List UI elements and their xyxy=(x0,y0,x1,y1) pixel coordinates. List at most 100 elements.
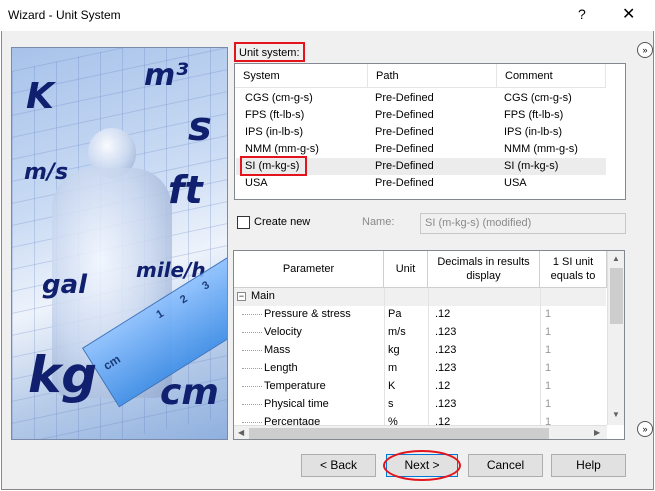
column-header-comment[interactable]: Comment xyxy=(497,64,606,88)
name-label: Name: xyxy=(362,216,395,228)
unit-cell[interactable]: % xyxy=(388,416,398,425)
parameter-cell: Temperature xyxy=(264,380,326,392)
path-cell: Pre-Defined xyxy=(375,160,434,172)
si-equals-cell: 1 xyxy=(545,398,552,410)
next-button-highlight xyxy=(383,450,461,481)
decimals-cell[interactable]: .123 xyxy=(435,362,456,374)
decimals-cell[interactable]: .12 xyxy=(435,380,450,392)
help-title-button[interactable]: ? xyxy=(578,6,586,22)
column-header-si-equals[interactable]: 1 SI unit equals to xyxy=(540,251,607,288)
list-item[interactable]: USA Pre-Defined USA xyxy=(236,175,606,192)
decimals-cell[interactable]: .12 xyxy=(435,416,450,425)
column-header-parameter[interactable]: Parameter xyxy=(234,251,384,288)
parameter-cell: Physical time xyxy=(264,398,329,410)
help-button[interactable]: Help xyxy=(551,454,626,477)
si-equals-cell: 1 xyxy=(545,362,552,374)
path-cell: Pre-Defined xyxy=(375,143,434,155)
table-row[interactable]: Length m .123 1 xyxy=(234,360,606,378)
unit-cell[interactable]: K xyxy=(388,380,395,392)
parameter-cell: Pressure & stress xyxy=(264,308,351,320)
unit-gal: gal xyxy=(42,270,88,300)
si-equals-cell: 1 xyxy=(545,308,552,320)
comment-cell: NMM (mm-g-s) xyxy=(504,143,578,155)
decimals-cell[interactable]: .123 xyxy=(435,326,456,338)
group-row-main[interactable]: − Main xyxy=(234,288,606,306)
list-item[interactable]: IPS (in-lb-s) Pre-Defined IPS (in-lb-s) xyxy=(236,124,606,141)
unit-k: K xyxy=(26,76,54,117)
scroll-right-icon[interactable]: ▶ xyxy=(594,428,600,437)
system-cell: FPS (ft-lb-s) xyxy=(245,109,305,121)
close-button[interactable]: ✕ xyxy=(622,4,635,24)
system-cell: IPS (in-lb-s) xyxy=(245,126,304,138)
table-row[interactable]: Temperature K .12 1 xyxy=(234,378,606,396)
parameters-grid[interactable]: Parameter Unit Decimals in results displ… xyxy=(233,250,625,440)
unit-m3: m³ xyxy=(144,58,189,93)
comment-cell: CGS (cm-g-s) xyxy=(504,92,572,104)
create-new-checkbox[interactable] xyxy=(237,216,250,229)
path-cell: Pre-Defined xyxy=(375,92,434,104)
unit-kg: kg xyxy=(28,346,98,404)
group-label: Main xyxy=(251,290,275,302)
si-equals-cell: 1 xyxy=(545,344,552,356)
table-row[interactable]: Percentage % .12 1 xyxy=(234,414,606,425)
window-title: Wizard - Unit System xyxy=(8,8,121,22)
parameter-cell: Mass xyxy=(264,344,291,356)
unit-system-label: Unit system: xyxy=(234,42,305,62)
si-equals-cell: 1 xyxy=(545,416,552,425)
system-cell: CGS (cm-g-s) xyxy=(245,92,313,104)
horizontal-scroll-thumb[interactable] xyxy=(249,428,549,439)
system-cell: USA xyxy=(245,177,268,189)
expand-panel-button[interactable]: » xyxy=(637,42,653,58)
collapse-icon[interactable]: − xyxy=(237,292,246,301)
table-row[interactable]: Pressure & stress Pa .12 1 xyxy=(234,306,606,324)
unit-cell[interactable]: m xyxy=(388,362,397,374)
unit-cell[interactable]: Pa xyxy=(388,308,401,320)
decimals-cell[interactable]: .12 xyxy=(435,308,450,320)
table-row[interactable]: Physical time s .123 1 xyxy=(234,396,606,414)
unit-ft: ft xyxy=(168,168,203,212)
vertical-scrollbar[interactable]: ▲ ▼ xyxy=(607,251,624,425)
ruler-number: 3 xyxy=(200,279,212,293)
unit-cell[interactable]: s xyxy=(388,398,394,410)
comment-cell: FPS (ft-lb-s) xyxy=(504,109,564,121)
comment-cell: IPS (in-lb-s) xyxy=(504,126,563,138)
expand-panel-button-bottom[interactable]: » xyxy=(637,421,653,437)
unit-system-illustration: K m³ s m/s ft gal mile/h 1 2 3 cm kg cm xyxy=(11,47,228,440)
scroll-up-icon[interactable]: ▲ xyxy=(612,254,620,263)
table-row[interactable]: Velocity m/s .123 1 xyxy=(234,324,606,342)
si-equals-cell: 1 xyxy=(545,326,552,338)
unit-s: s xyxy=(188,104,212,150)
column-header-unit[interactable]: Unit xyxy=(384,251,428,288)
list-item[interactable]: CGS (cm-g-s) Pre-Defined CGS (cm-g-s) xyxy=(236,90,606,107)
ruler-number: 2 xyxy=(178,292,190,307)
vertical-scroll-thumb[interactable] xyxy=(610,268,623,324)
path-cell: Pre-Defined xyxy=(375,177,434,189)
selected-system-highlight xyxy=(240,156,307,176)
parameter-cell: Length xyxy=(264,362,298,374)
list-item[interactable]: FPS (ft-lb-s) Pre-Defined FPS (ft-lb-s) xyxy=(236,107,606,124)
table-row[interactable]: Mass kg .123 1 xyxy=(234,342,606,360)
unit-cell[interactable]: m/s xyxy=(388,326,406,338)
column-header-system[interactable]: System xyxy=(235,64,368,88)
name-field[interactable]: SI (m-kg-s) (modified) xyxy=(420,213,626,234)
scroll-left-icon[interactable]: ◀ xyxy=(238,428,244,437)
decimals-cell[interactable]: .123 xyxy=(435,344,456,356)
comment-cell: SI (m-kg-s) xyxy=(504,160,559,172)
scroll-down-icon[interactable]: ▼ xyxy=(612,410,620,419)
back-button[interactable]: < Back xyxy=(301,454,376,477)
si-equals-cell: 1 xyxy=(545,380,552,392)
unit-cm: cm xyxy=(160,372,219,413)
unit-cell[interactable]: kg xyxy=(388,344,400,356)
path-cell: Pre-Defined xyxy=(375,126,434,138)
ruler-number: 1 xyxy=(154,307,166,322)
horizontal-scrollbar[interactable]: ◀ ▶ xyxy=(234,425,607,439)
column-header-decimals[interactable]: Decimals in results display xyxy=(428,251,540,288)
parameter-cell: Velocity xyxy=(264,326,302,338)
column-header-path[interactable]: Path xyxy=(368,64,497,88)
parameter-cell: Percentage xyxy=(264,416,321,425)
cancel-button[interactable]: Cancel xyxy=(468,454,543,477)
unit-system-list[interactable]: System Path Comment CGS (cm-g-s) Pre-Def… xyxy=(234,63,626,200)
create-new-label[interactable]: Create new xyxy=(254,216,310,228)
ruler-unit: cm xyxy=(100,351,123,373)
decimals-cell[interactable]: .123 xyxy=(435,398,456,410)
